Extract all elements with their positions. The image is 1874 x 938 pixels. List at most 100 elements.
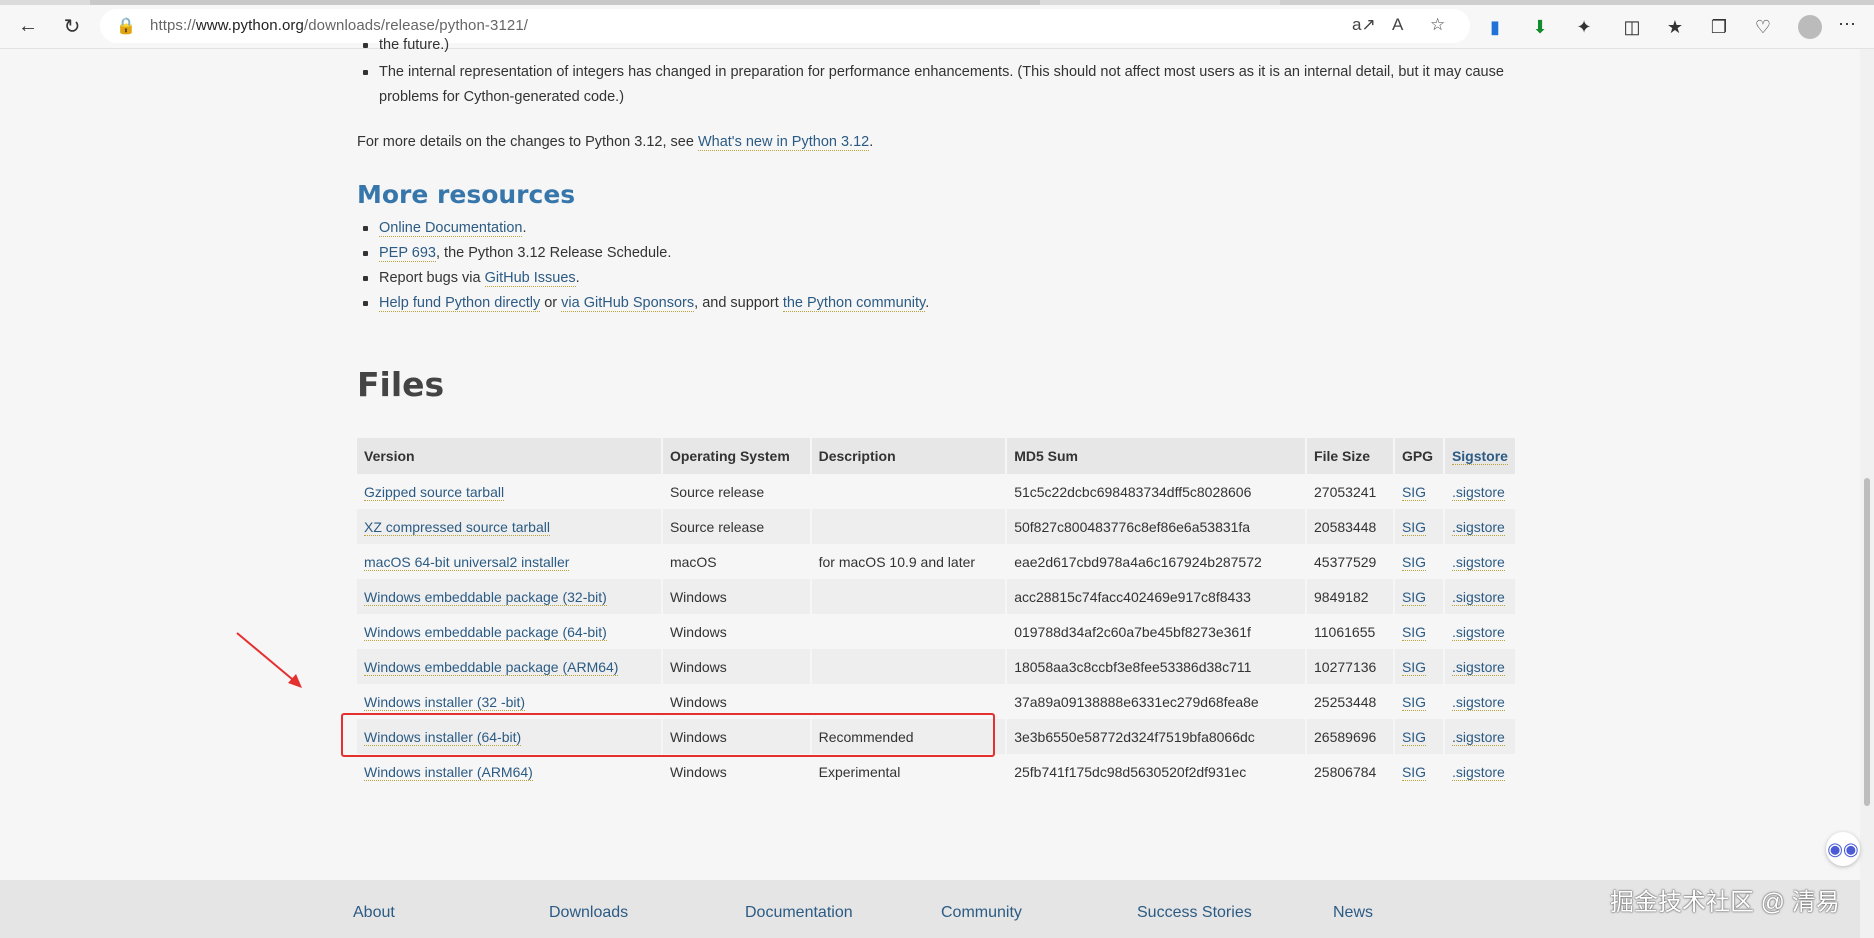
footer-downloads-link[interactable]: Downloads xyxy=(549,904,628,922)
profile-avatar[interactable] xyxy=(1798,15,1822,39)
sig-link[interactable]: SIG xyxy=(1401,483,1427,501)
url-path: /downloads/release/python-3121/ xyxy=(303,17,529,34)
col-os: Operating System xyxy=(661,438,812,474)
text-size-icon[interactable]: A xyxy=(1392,15,1403,35)
md5-cell: 019788d34af2c60a7be45bf8273e361f xyxy=(1006,614,1308,649)
footer-community-link[interactable]: Community xyxy=(941,904,1022,922)
changes-list-2: The internal representation of integers … xyxy=(357,60,1504,110)
back-arrow-icon[interactable]: ← xyxy=(14,12,42,40)
size-cell: 45377529 xyxy=(1306,544,1395,579)
performance-heart-icon[interactable]: ♡ xyxy=(1750,14,1776,40)
sig-link[interactable]: SIG xyxy=(1401,588,1427,606)
changes-list: the future.) xyxy=(357,33,449,58)
clipped-text: the future.) xyxy=(379,37,450,53)
favorites-list-icon[interactable]: ★ xyxy=(1662,14,1688,40)
address-bar[interactable]: 🔒 https://www.python.org/downloads/relea… xyxy=(100,9,1470,43)
sig-link[interactable]: SIG xyxy=(1401,693,1427,711)
sigstore-link[interactable]: .sigstore xyxy=(1451,518,1505,536)
star-icon[interactable]: ☆ xyxy=(1430,15,1445,35)
sig-link[interactable]: SIG xyxy=(1401,518,1427,536)
size-cell: 9849182 xyxy=(1306,579,1395,614)
description-cell xyxy=(810,649,1008,684)
col-version: Version xyxy=(357,438,663,474)
list-item: Help fund Python directly or via GitHub … xyxy=(357,291,929,316)
table-row: macOS 64-bit universal2 installer macOS … xyxy=(357,544,1518,579)
whats-new-link[interactable]: What's new in Python 3.12 xyxy=(697,134,870,151)
download-link[interactable]: Windows embeddable package (32-bit) xyxy=(364,588,607,606)
gpg-cell: SIG xyxy=(1393,509,1445,544)
github-issues-link[interactable]: GitHub Issues xyxy=(484,270,576,287)
sigstore-link[interactable]: .sigstore xyxy=(1451,588,1505,606)
version-cell: Windows embeddable package (ARM64) xyxy=(357,649,663,684)
download-link[interactable]: Windows embeddable package (64-bit) xyxy=(364,623,607,641)
download-link[interactable]: Windows embeddable package (ARM64) xyxy=(364,658,619,676)
download-link[interactable]: Windows installer (ARM64) xyxy=(364,763,533,781)
download-link[interactable]: XZ compressed source tarball xyxy=(364,518,550,536)
download-link[interactable]: Windows installer (32 -bit) xyxy=(364,693,526,711)
sigstore-link[interactable]: .sigstore xyxy=(1451,623,1505,641)
sigstore-link[interactable]: .sigstore xyxy=(1451,658,1505,676)
version-cell: XZ compressed source tarball xyxy=(357,509,663,544)
collections-icon[interactable]: ❐ xyxy=(1706,14,1732,40)
download-link[interactable]: Gzipped source tarball xyxy=(364,483,505,501)
sig-link[interactable]: SIG xyxy=(1401,658,1427,676)
extensions-icon[interactable]: ✦ xyxy=(1571,14,1597,40)
sigstore-header-link[interactable]: Sigstore xyxy=(1451,448,1508,465)
split-screen-icon[interactable]: ◫ xyxy=(1619,14,1645,40)
details-suffix: . xyxy=(869,134,874,150)
online-docs-link[interactable]: Online Documentation xyxy=(379,220,523,237)
resources-list: Online Documentation. PEP 693, the Pytho… xyxy=(357,216,929,316)
sigstore-link[interactable]: .sigstore xyxy=(1451,763,1505,781)
download-arrow-icon[interactable]: ⬇ xyxy=(1527,14,1553,40)
gpg-cell: SIG xyxy=(1393,474,1445,509)
lock-icon[interactable]: 🔒 xyxy=(116,16,136,36)
fund-python-link[interactable]: Help fund Python directly xyxy=(379,295,541,312)
watermark-text: 掘金技术社区 @ 清易 xyxy=(1610,889,1840,916)
sigstore-cell: .sigstore xyxy=(1443,754,1518,789)
python-community-link[interactable]: the Python community xyxy=(782,295,926,312)
bullet-text-cont: problems for Cython-generated code.) xyxy=(379,89,625,105)
gpg-cell: SIG xyxy=(1393,684,1445,719)
download-link[interactable]: macOS 64-bit universal2 installer xyxy=(364,553,570,571)
bugs-prefix: Report bugs via xyxy=(379,270,485,286)
sig-link[interactable]: SIG xyxy=(1401,763,1427,781)
md5-cell: 3e3b6550e58772d324f7519bfa8066dc xyxy=(1006,719,1308,754)
gpg-cell: SIG xyxy=(1393,614,1445,649)
sig-link[interactable]: SIG xyxy=(1401,728,1427,746)
refresh-icon[interactable]: ↻ xyxy=(58,12,86,40)
version-cell: Windows embeddable package (64-bit) xyxy=(357,614,663,649)
sigstore-link[interactable]: .sigstore xyxy=(1451,728,1505,746)
read-aloud-icon[interactable]: a↗ xyxy=(1352,15,1376,35)
more-menu-icon[interactable]: ⋯ xyxy=(1838,14,1856,35)
sig-link[interactable]: SIG xyxy=(1401,553,1427,571)
os-cell: Windows xyxy=(661,754,812,789)
col-gpg: GPG xyxy=(1393,438,1445,474)
sig-link[interactable]: SIG xyxy=(1401,623,1427,641)
support-text: , and support xyxy=(694,295,783,311)
md5-cell: 25fb741f175dc98d5630520f2df931ec xyxy=(1006,754,1308,789)
description-cell xyxy=(810,509,1008,544)
collections-blue-icon[interactable]: ▮ xyxy=(1482,14,1508,40)
version-cell: Windows installer (ARM64) xyxy=(357,754,663,789)
footer-about-link[interactable]: About xyxy=(353,904,395,922)
sigstore-link[interactable]: .sigstore xyxy=(1451,553,1505,571)
col-sigstore[interactable]: Sigstore xyxy=(1443,438,1518,474)
description-cell xyxy=(810,579,1008,614)
gpg-cell: SIG xyxy=(1393,754,1445,789)
sigstore-link[interactable]: .sigstore xyxy=(1451,483,1505,501)
description-cell xyxy=(810,474,1008,509)
description-cell: Experimental xyxy=(810,754,1008,789)
footer-news-link[interactable]: News xyxy=(1333,904,1373,922)
url-text[interactable]: https://www.python.org/downloads/release… xyxy=(150,17,528,34)
size-cell: 25806784 xyxy=(1306,754,1395,789)
scrollbar-thumb[interactable] xyxy=(1864,478,1870,806)
os-cell: Windows xyxy=(661,649,812,684)
footer-success-stories-link[interactable]: Success Stories xyxy=(1137,904,1252,922)
gpg-cell: SIG xyxy=(1393,579,1445,614)
sigstore-cell: .sigstore xyxy=(1443,579,1518,614)
sigstore-link[interactable]: .sigstore xyxy=(1451,693,1505,711)
github-sponsors-link[interactable]: via GitHub Sponsors xyxy=(561,295,695,312)
footer-documentation-link[interactable]: Documentation xyxy=(745,904,853,922)
pep-link[interactable]: PEP 693 xyxy=(379,245,436,262)
chat-assistant-icon[interactable]: ◉◉ xyxy=(1826,832,1860,866)
